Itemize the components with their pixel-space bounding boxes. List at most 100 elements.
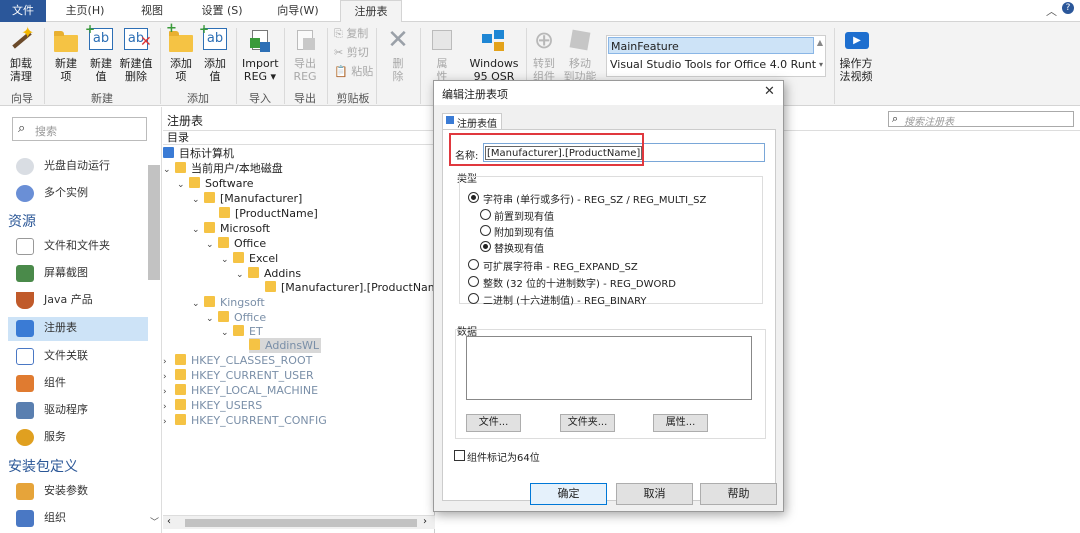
tree-node-kingsoft-office[interactable]: ⌄ Office	[206, 310, 266, 325]
chevron-right-icon[interactable]: ›	[163, 415, 175, 430]
data-textarea[interactable]	[466, 336, 752, 400]
radio-prepend[interactable]	[480, 209, 491, 220]
tree-node-addins[interactable]: ⌄ Addins	[236, 266, 301, 281]
uninstall-clean-button[interactable]: ✦ 卸载 清理	[4, 25, 38, 84]
tree-node-office[interactable]: ⌄ Office	[206, 236, 266, 251]
checkbox-64bit[interactable]	[454, 450, 465, 461]
help-icon[interactable]: ?	[1062, 2, 1074, 14]
radio-reg-sz[interactable]	[468, 192, 479, 203]
copy-button[interactable]: ⎘ 复制	[334, 27, 374, 40]
sidebar-item-file-assoc[interactable]: 文件关联	[16, 345, 146, 367]
group-label-clipboard: 剪贴板	[336, 92, 370, 105]
tree-node-current-user[interactable]: ⌄ 当前用户/本地磁盘	[163, 161, 283, 176]
radio-binary[interactable]	[468, 293, 479, 304]
tree-node-excel[interactable]: ⌄ Excel	[221, 251, 278, 266]
chevron-down-icon[interactable]: ⌄	[221, 326, 233, 341]
ok-button[interactable]: 确定	[530, 483, 607, 505]
attributes-button[interactable]: 属性...	[653, 414, 708, 432]
sidebar-item-services[interactable]: 服务	[16, 426, 146, 448]
feature-list[interactable]: MainFeature Visual Studio Tools for Offi…	[606, 35, 826, 77]
delete-value-button[interactable]: ab ✕ 新建值 删除	[118, 26, 154, 83]
tree-node-manufacturer-productname[interactable]: [Manufacturer].[ProductName]	[265, 280, 450, 295]
scroll-down-icon[interactable]: ﹀	[150, 515, 159, 528]
tree-node-hku[interactable]: › HKEY_USERS	[163, 398, 262, 413]
tab-settings[interactable]: 设置 (S)	[196, 0, 248, 22]
tree-node-hkcr[interactable]: › HKEY_CLASSES_ROOT	[163, 353, 312, 368]
tab-registry[interactable]: 注册表	[340, 0, 402, 23]
sidebar-item-autorun[interactable]: 光盘自动运行	[16, 155, 146, 177]
scroll-right-icon[interactable]: ›	[423, 516, 427, 527]
tree-node-kingsoft[interactable]: ⌄ Kingsoft	[192, 295, 265, 310]
tab-file[interactable]: 文件	[0, 0, 46, 22]
howto-video-button[interactable]: ▶ 操作方 法视频	[838, 26, 874, 83]
chevron-down-icon[interactable]: ⌄	[192, 297, 204, 312]
feature-list-item-selected[interactable]: MainFeature	[608, 37, 814, 54]
chevron-down-icon[interactable]: ⌄	[177, 178, 189, 193]
radio-expand-sz[interactable]	[468, 259, 479, 270]
tree-node-manufacturer[interactable]: ⌄ [Manufacturer]	[192, 191, 302, 206]
collapse-ribbon-icon[interactable]: ︿	[1046, 3, 1057, 19]
tree-node-hkcc[interactable]: › HKEY_CURRENT_CONFIG	[163, 413, 327, 428]
move-to-feature-button[interactable]: 移动 到功能	[562, 26, 598, 83]
sidebar-item-install-params[interactable]: 安装参数	[16, 480, 146, 502]
chevron-down-icon[interactable]: ⌄	[163, 163, 175, 178]
scroll-left-icon[interactable]: ‹	[167, 516, 171, 527]
radio-replace[interactable]	[480, 241, 491, 252]
sidebar-scrollbar[interactable]	[148, 165, 160, 280]
tree-node-microsoft[interactable]: ⌄ Microsoft	[192, 221, 270, 236]
tree-node-hklm[interactable]: › HKEY_LOCAL_MACHINE	[163, 383, 318, 398]
radio-append[interactable]	[480, 225, 491, 236]
sidebar-item-drivers[interactable]: 驱动程序	[16, 399, 146, 421]
sidebar-item-organization[interactable]: 组织	[16, 507, 146, 529]
ribbon-divider	[420, 28, 421, 104]
chevron-down-icon[interactable]: ⌄	[206, 312, 218, 327]
tree-horizontal-scrollbar[interactable]: ‹ ›	[163, 515, 435, 529]
sidebar-item-shortcuts[interactable]: 屏幕截图	[16, 262, 146, 284]
properties-button[interactable]: 属 性	[426, 26, 458, 83]
tab-view[interactable]: 视图	[132, 0, 172, 22]
folder-button[interactable]: 文件夹...	[560, 414, 615, 432]
scroll-up-icon[interactable]: ▲	[817, 38, 823, 47]
chevron-down-icon[interactable]: ⌄	[192, 223, 204, 238]
tree-node-addinswl[interactable]: AddinsWL	[249, 338, 322, 353]
close-icon[interactable]: ✕	[764, 84, 775, 99]
file-button[interactable]: 文件...	[466, 414, 521, 432]
tree-node-software[interactable]: ⌄ Software	[177, 176, 254, 191]
delete-button[interactable]: ✕ 删 除	[382, 26, 414, 83]
chevron-down-icon[interactable]: ⌄	[236, 268, 248, 283]
sidebar-search[interactable]: ⌕ 搜索	[12, 117, 147, 141]
chevron-down-icon[interactable]: ⌄	[192, 193, 204, 208]
export-reg-button[interactable]: 导出 REG	[288, 26, 322, 83]
sidebar-item-files[interactable]: 文件和文件夹	[16, 235, 146, 257]
registry-search[interactable]: ⌕ 搜索注册表	[888, 111, 1074, 128]
radio-dword[interactable]	[468, 276, 479, 287]
new-value-button[interactable]: ab + 新建 值	[85, 23, 116, 83]
sidebar-item-java[interactable]: Java 产品	[16, 289, 146, 311]
sidebar-item-components[interactable]: 组件	[16, 372, 146, 394]
sidebar-item-multi-instance[interactable]: 多个实例	[16, 182, 146, 204]
tree-node-et[interactable]: ⌄ ET	[221, 324, 263, 339]
tree-node-hkcu[interactable]: › HKEY_CURRENT_USER	[163, 368, 314, 383]
add-item-button[interactable]: + 添加 项	[166, 22, 196, 83]
goto-component-button[interactable]: ⊕ 转到 组件	[530, 26, 558, 83]
add-value-button[interactable]: ab + 添加 值	[199, 23, 230, 83]
cut-button[interactable]: ✂ 剪切	[334, 46, 374, 59]
dropdown-icon[interactable]: ▾	[819, 60, 823, 69]
chevron-down-icon[interactable]: ⌄	[206, 238, 218, 253]
scroll-thumb[interactable]	[185, 519, 417, 527]
chevron-down-icon[interactable]: ⌄	[221, 253, 233, 268]
sidebar-item-registry[interactable]: 注册表	[8, 317, 148, 341]
tree-node-target-computer[interactable]: 目标计算机	[163, 146, 234, 161]
tab-home[interactable]: 主页(H)	[60, 0, 110, 22]
cancel-button[interactable]: 取消	[616, 483, 693, 505]
tree-node-productname[interactable]: [ProductName]	[219, 206, 318, 221]
dialog-tab-registry-value[interactable]: 注册表值	[442, 113, 502, 130]
paste-button[interactable]: 📋 粘贴	[334, 65, 374, 78]
help-button[interactable]: 帮助	[700, 483, 777, 505]
import-reg-button[interactable]: Import REG ▾	[242, 26, 279, 83]
new-item-button[interactable]: 新建 项	[50, 26, 82, 83]
ribbon-divider	[160, 28, 161, 104]
windows95-osr-button[interactable]: Windows 95 OSR	[468, 26, 520, 83]
feature-list-item[interactable]: Visual Studio Tools for Office 4.0 Runti…	[610, 56, 816, 73]
tab-wizard[interactable]: 向导(W)	[272, 0, 324, 22]
